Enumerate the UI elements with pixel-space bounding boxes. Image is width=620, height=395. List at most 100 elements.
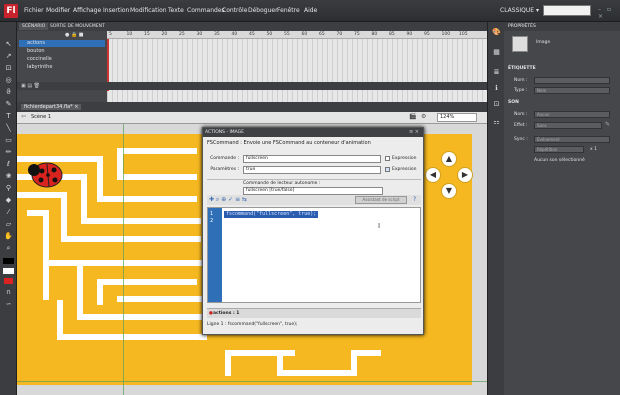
pencil-tool-icon[interactable]: ✏ [3,148,14,157]
label-type-select[interactable]: Nom [534,87,610,94]
zoom-select[interactable]: 124% [437,113,477,122]
layer-visibility-icons[interactable]: ● 🔒 ■ [65,32,84,38]
pin-icon[interactable]: ● [209,311,213,316]
command-input[interactable]: fullscreen [243,155,381,163]
deco-tool-icon[interactable]: ❀ [3,172,14,181]
3d-rotation-tool-icon[interactable]: ◎ [3,76,14,85]
frame-grid[interactable]: 5 10 15 20 25 30 35 40 45 50 55 60 65 70 75 80 85 90 95 100… [107,31,487,102]
document-tab[interactable]: fichierdepart34.fla* × [21,104,82,110]
smooth-icon[interactable]: ∽ [3,300,14,309]
params-input[interactable]: true [243,166,381,174]
arrow-left-button[interactable]: ◀ [425,167,441,183]
text-tool-icon[interactable]: T [3,112,14,121]
color-panel-icon[interactable]: 🎨 [491,28,502,37]
menu-commandes[interactable]: Commandes [187,7,225,14]
command-expression-checkbox[interactable] [385,156,390,161]
type-label: Type : [514,88,528,93]
edit-symbol-icon[interactable]: ⚙ [421,113,426,120]
script-assistant-button[interactable]: Assistant de script [355,196,407,204]
layer-actions[interactable]: actions [19,40,105,47]
layer-labyrinthe[interactable]: labyrinthe [19,64,105,71]
snap-magnet-icon[interactable]: ∩ [3,288,14,297]
paint-bucket-icon[interactable]: ◆ [3,196,14,205]
menu-deboguer[interactable]: Déboguer [248,7,278,14]
components-icon[interactable]: ⚏ [491,118,502,127]
new-layer-icon[interactable]: ▣ ▤ 🗑 [21,83,40,89]
menu-fichier[interactable]: Fichier [24,7,44,14]
maze-path [225,350,295,356]
transform-panel-icon[interactable]: ⊡ [491,100,502,109]
menu-modifier[interactable]: Modifier [46,7,70,14]
repeat-select[interactable]: Répétition [534,146,584,153]
fill-color-swatch[interactable] [3,268,14,274]
autonomous-command-select[interactable]: fullscreen [true/false] [243,187,383,195]
menu-modification[interactable]: Modification [130,7,167,14]
pen-tool-icon[interactable]: ✎ [3,100,14,109]
workspace-switcher[interactable]: CLASSIQUE ▾ [500,5,542,16]
label-section[interactable]: ÉTIQUETTE [508,66,536,71]
zoom-tool-icon[interactable]: ⌕ [3,244,14,253]
code-editor[interactable]: 1 2 fscommand("fullscreen", true); I [207,207,421,303]
eyedropper-icon[interactable]: ⁄ [3,208,14,217]
swap-colors-icon[interactable] [4,278,13,284]
maze-path [351,350,381,356]
menu-affichage[interactable]: Affichage [73,7,101,14]
add-statement-icon[interactable]: ✚ ⌕ ⊕ ✓ ≡ ⇆ [209,196,247,204]
arrow-right-button[interactable]: ▶ [457,167,473,183]
stroke-color-swatch[interactable] [3,258,14,264]
name-label: Nom : [514,78,528,83]
tab-sortie-mouvement[interactable]: SORTIE DE MOUVEMENT [47,23,108,30]
properties-title[interactable]: PROPRIÉTÉS [508,24,536,29]
guide-vertical[interactable] [123,124,124,395]
script-tab[interactable]: actions : 1 [213,311,239,316]
search-input[interactable] [543,5,591,16]
info-icon[interactable]: ℹ [491,84,502,93]
align-icon[interactable]: ≣ [491,68,502,77]
edit-pencil-icon[interactable]: ✎ [605,121,610,128]
frame-number: 45 [249,32,255,37]
ladybug-icon[interactable] [27,158,65,190]
maze-path [117,174,197,180]
code-line[interactable]: fscommand("fullscreen", true); [224,211,319,218]
lasso-tool-icon[interactable]: ϑ [3,88,14,97]
menu-texte[interactable]: Texte [168,7,184,14]
window-controls[interactable]: – ▫ × [598,6,620,20]
frame-number: 25 [179,32,185,37]
guide-horizontal[interactable] [17,381,487,382]
menu-controle[interactable]: Contrôle [222,7,247,14]
transform-tool-icon[interactable]: ⊡ [3,64,14,73]
menu-aide[interactable]: Aide [304,7,317,14]
frame-name-input[interactable] [534,77,610,84]
sound-section[interactable]: SON [508,100,519,105]
text-cursor-icon: I [378,222,381,230]
help-icon[interactable]: ? [413,196,416,203]
arrow-up-button[interactable]: ▲ [441,151,457,167]
arrow-down-button[interactable]: ▼ [441,183,457,199]
bone-tool-icon[interactable]: ⚲ [3,184,14,193]
swatches-icon[interactable]: ▦ [491,48,502,57]
sound-name-select[interactable]: Aucun [534,111,610,118]
menu-bar: Fl Fichier Modifier Affichage Insertion … [0,0,620,22]
effect-select[interactable]: Sans [534,122,602,129]
params-expression-checkbox[interactable] [385,167,390,172]
brush-tool-icon[interactable]: ℓ [3,160,14,169]
panel-menu-icon[interactable]: ≡ × [409,129,419,135]
rectangle-tool-icon[interactable]: ▭ [3,136,14,145]
edit-scene-icon[interactable]: 🎬 [409,113,416,120]
frame-number: 15 [144,32,150,37]
selection-tool-icon[interactable]: ↖ [3,40,14,49]
subselection-tool-icon[interactable]: ↗ [3,52,14,61]
back-arrow-icon[interactable]: ⇦ [21,113,26,120]
repeat-count[interactable]: x 1 [590,147,597,152]
layer-bouton[interactable]: bouton [19,48,105,55]
eraser-icon[interactable]: ▱ [3,220,14,229]
hand-tool-icon[interactable]: ✋ [3,232,14,241]
menu-insertion[interactable]: Insertion [103,7,129,14]
line-tool-icon[interactable]: ╲ [3,124,14,133]
tab-scenario[interactable]: SCÉNARIO [19,23,49,30]
layer-coccinelle[interactable]: coccinelle [19,56,105,63]
maze-path [43,210,49,300]
sync-select[interactable]: Événement [534,136,610,143]
actions-panel-title[interactable]: ACTIONS - IMAGE [203,128,423,137]
menu-fenetre[interactable]: Fenêtre [277,7,300,14]
